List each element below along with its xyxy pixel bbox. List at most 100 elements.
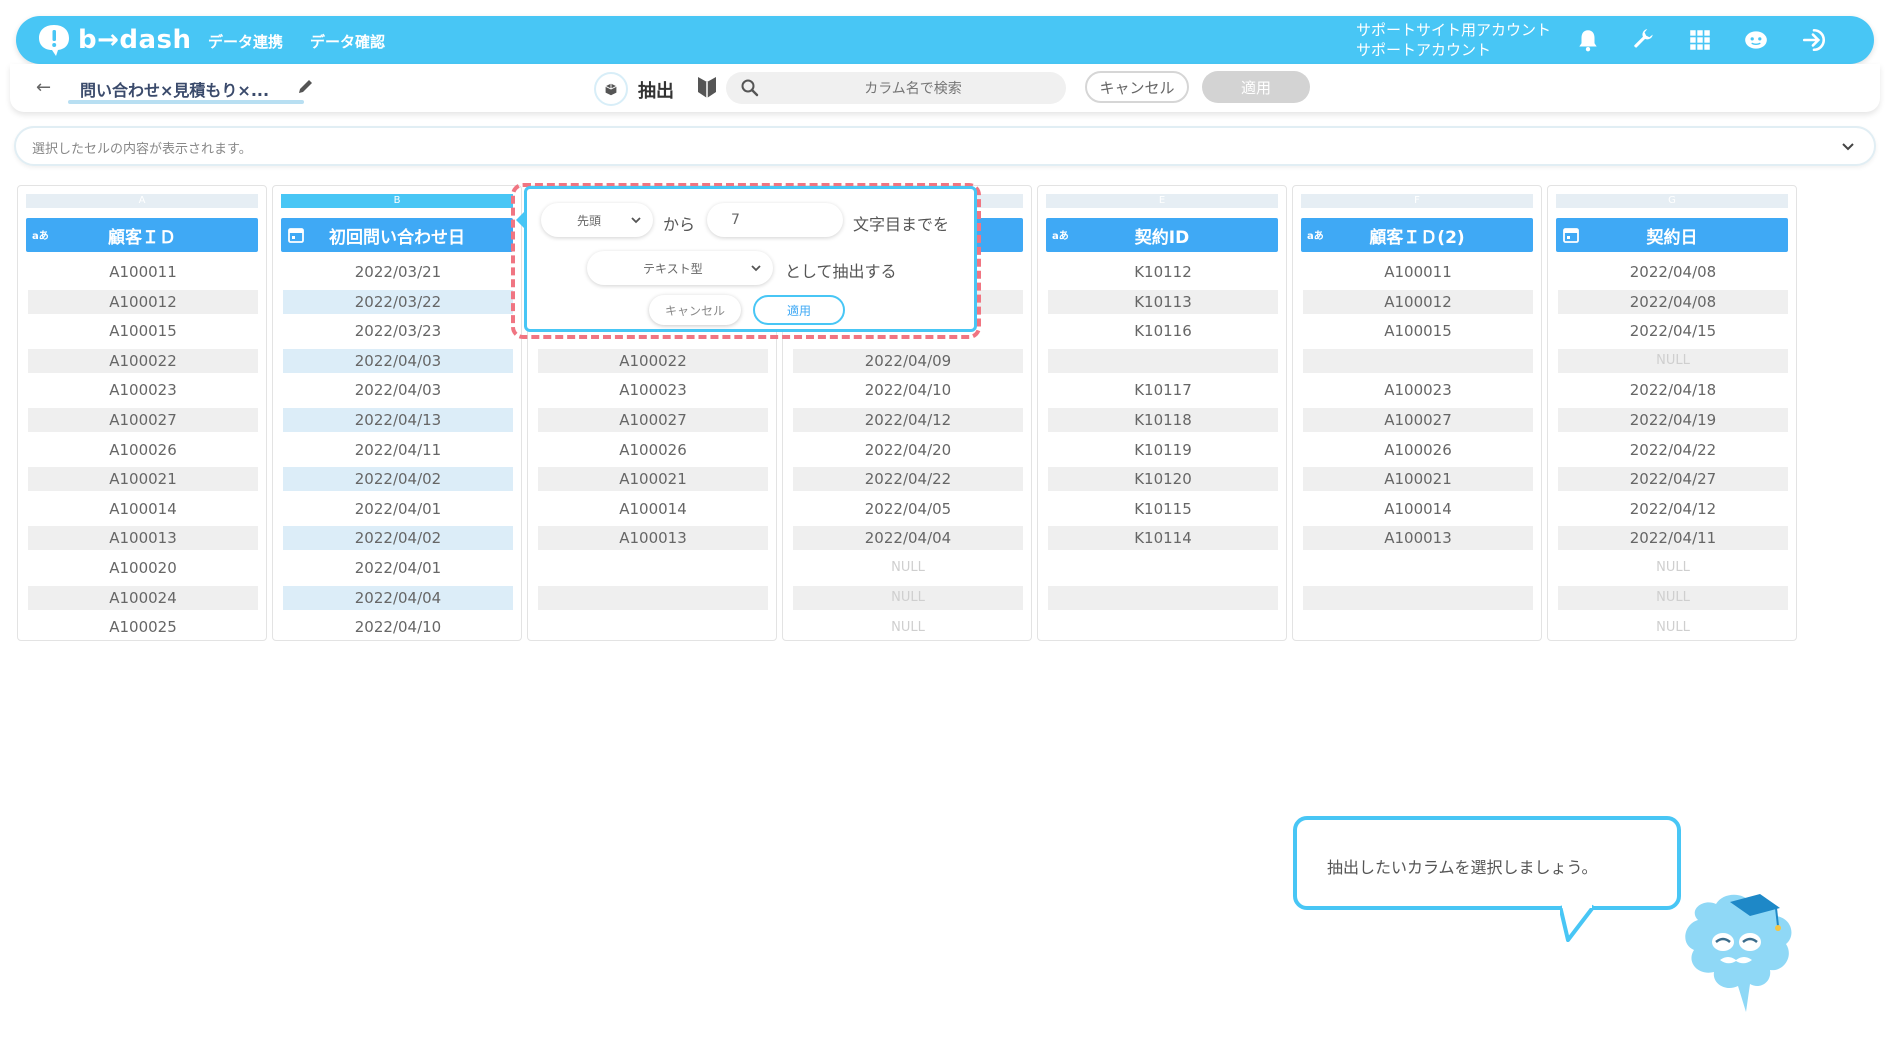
nav-data-integration[interactable]: データ連携 (208, 31, 283, 52)
table-cell[interactable]: NULL (1558, 348, 1788, 373)
table-cell[interactable]: NULL (793, 556, 1023, 580)
table-cell[interactable]: A100021 (1303, 467, 1533, 492)
table-cell[interactable]: 2022/04/10 (793, 378, 1023, 402)
column-header[interactable]: aあ 契約ID (1046, 218, 1278, 252)
table-cell[interactable]: A100026 (538, 438, 768, 462)
table-cell[interactable]: 2022/04/03 (283, 378, 513, 402)
table-cell[interactable] (538, 556, 768, 580)
table-cell[interactable] (538, 585, 768, 610)
table-cell[interactable]: 2022/04/09 (793, 348, 1023, 373)
table-cell[interactable]: A100011 (28, 260, 258, 284)
table-cell[interactable]: K10114 (1048, 526, 1278, 551)
logout-icon[interactable] (1800, 26, 1828, 54)
table-cell[interactable]: 2022/04/02 (283, 467, 513, 492)
toolbar-cancel-button[interactable]: キャンセル (1085, 71, 1189, 103)
table-cell[interactable] (1303, 348, 1533, 373)
table-cell[interactable]: K10117 (1048, 378, 1278, 402)
column-header[interactable]: aあ 顧客ＩＤ(2) (1301, 218, 1533, 252)
table-cell[interactable]: 2022/04/01 (283, 556, 513, 580)
table-cell[interactable] (538, 615, 768, 639)
table-cell[interactable]: 2022/04/19 (1558, 407, 1788, 432)
cell-content-display[interactable]: 選択したセルの内容が表示されます。 (14, 126, 1876, 166)
table-cell[interactable]: A100022 (538, 348, 768, 373)
table-cell[interactable]: A100014 (28, 497, 258, 521)
table-cell[interactable]: 2022/04/27 (1558, 467, 1788, 492)
table-cell[interactable]: 2022/03/22 (283, 289, 513, 314)
table-cell[interactable]: NULL (793, 585, 1023, 610)
table-cell[interactable]: K10116 (1048, 319, 1278, 343)
table-cell[interactable]: 2022/04/10 (283, 615, 513, 639)
table-cell[interactable]: A100020 (28, 556, 258, 580)
table-cell[interactable]: A100012 (1303, 289, 1533, 314)
table-cell[interactable]: A100014 (1303, 497, 1533, 521)
column-a[interactable]: A aあ 顧客ＩＤ A100011 A100012 A100015 A100022 A1… (17, 185, 267, 641)
back-arrow-icon[interactable]: ← (36, 77, 51, 98)
column-header[interactable]: 契約日 (1556, 218, 1788, 252)
table-cell[interactable]: K10115 (1048, 497, 1278, 521)
table-cell[interactable]: NULL (793, 615, 1023, 639)
table-cell[interactable]: 2022/04/08 (1558, 260, 1788, 284)
table-cell[interactable]: 2022/04/02 (283, 526, 513, 551)
table-cell[interactable]: K10112 (1048, 260, 1278, 284)
table-cell[interactable] (1048, 615, 1278, 639)
table-cell[interactable]: 2022/04/11 (1558, 526, 1788, 551)
toolbar-apply-button[interactable]: 適用 (1202, 71, 1310, 103)
table-cell[interactable]: A100023 (28, 378, 258, 402)
table-cell[interactable]: A100015 (1303, 319, 1533, 343)
project-name[interactable]: 問い合わせ×見積もり×... (80, 77, 269, 101)
table-cell[interactable]: 2022/04/20 (793, 438, 1023, 462)
table-cell[interactable]: A100013 (1303, 526, 1533, 551)
column-f[interactable]: F aあ 顧客ＩＤ(2) A100011 A100012 A100015 A10002… (1292, 185, 1542, 641)
popover-cancel-button[interactable]: キャンセル (649, 295, 741, 325)
table-cell[interactable]: A100012 (28, 289, 258, 314)
table-cell[interactable] (1303, 556, 1533, 580)
table-cell[interactable]: 2022/03/23 (283, 319, 513, 343)
chevron-down-icon[interactable] (1838, 136, 1858, 156)
table-cell[interactable]: K10118 (1048, 407, 1278, 432)
bell-icon[interactable] (1574, 26, 1602, 54)
column-b[interactable]: B 初回問い合わせ日 2022/03/21 2022/03/22 2022/03/2… (272, 185, 522, 641)
chat-bot-icon[interactable] (1742, 26, 1770, 54)
table-cell[interactable]: A100021 (28, 467, 258, 492)
table-cell[interactable]: A100013 (28, 526, 258, 551)
table-cell[interactable] (1048, 348, 1278, 373)
table-cell[interactable]: 2022/04/05 (793, 497, 1023, 521)
table-cell[interactable]: 2022/04/04 (793, 526, 1023, 551)
table-cell[interactable]: 2022/04/08 (1558, 289, 1788, 314)
table-cell[interactable] (1048, 585, 1278, 610)
column-header[interactable]: aあ 顧客ＩＤ (26, 218, 258, 252)
table-cell[interactable]: 2022/04/12 (793, 407, 1023, 432)
table-cell[interactable]: NULL (1558, 615, 1788, 639)
table-cell[interactable] (1048, 556, 1278, 580)
table-cell[interactable]: A100022 (28, 348, 258, 373)
table-cell[interactable]: 2022/04/18 (1558, 378, 1788, 402)
beginner-mark-icon[interactable] (696, 74, 718, 100)
table-cell[interactable]: A100027 (538, 407, 768, 432)
pencil-icon[interactable] (296, 76, 316, 96)
table-cell[interactable]: A100021 (538, 467, 768, 492)
table-cell[interactable]: 2022/04/15 (1558, 319, 1788, 343)
table-cell[interactable] (1303, 615, 1533, 639)
table-cell[interactable]: A100013 (538, 526, 768, 551)
table-cell[interactable]: 2022/04/04 (283, 585, 513, 610)
table-cell[interactable]: A100023 (538, 378, 768, 402)
table-cell[interactable]: 2022/04/13 (283, 407, 513, 432)
table-cell[interactable]: A100014 (538, 497, 768, 521)
popover-apply-button[interactable]: 適用 (753, 295, 845, 325)
table-cell[interactable]: NULL (1558, 556, 1788, 580)
table-cell[interactable]: A100011 (1303, 260, 1533, 284)
table-cell[interactable]: A100027 (28, 407, 258, 432)
account-info[interactable]: サポートサイト用アカウント サポートアカウント (1356, 20, 1551, 60)
table-cell[interactable]: 2022/03/21 (283, 260, 513, 284)
table-cell[interactable]: 2022/04/12 (1558, 497, 1788, 521)
column-e[interactable]: E aあ 契約ID K10112 K10113 K10116 K10117 K10118… (1037, 185, 1287, 641)
table-cell[interactable]: A100024 (28, 585, 258, 610)
table-cell[interactable]: A100026 (28, 438, 258, 462)
table-cell[interactable] (1303, 585, 1533, 610)
table-cell[interactable]: K10119 (1048, 438, 1278, 462)
table-cell[interactable]: 2022/04/22 (793, 467, 1023, 492)
table-cell[interactable]: A100023 (1303, 378, 1533, 402)
table-cell[interactable]: A100015 (28, 319, 258, 343)
table-cell[interactable]: 2022/04/01 (283, 497, 513, 521)
table-cell[interactable]: K10120 (1048, 467, 1278, 492)
